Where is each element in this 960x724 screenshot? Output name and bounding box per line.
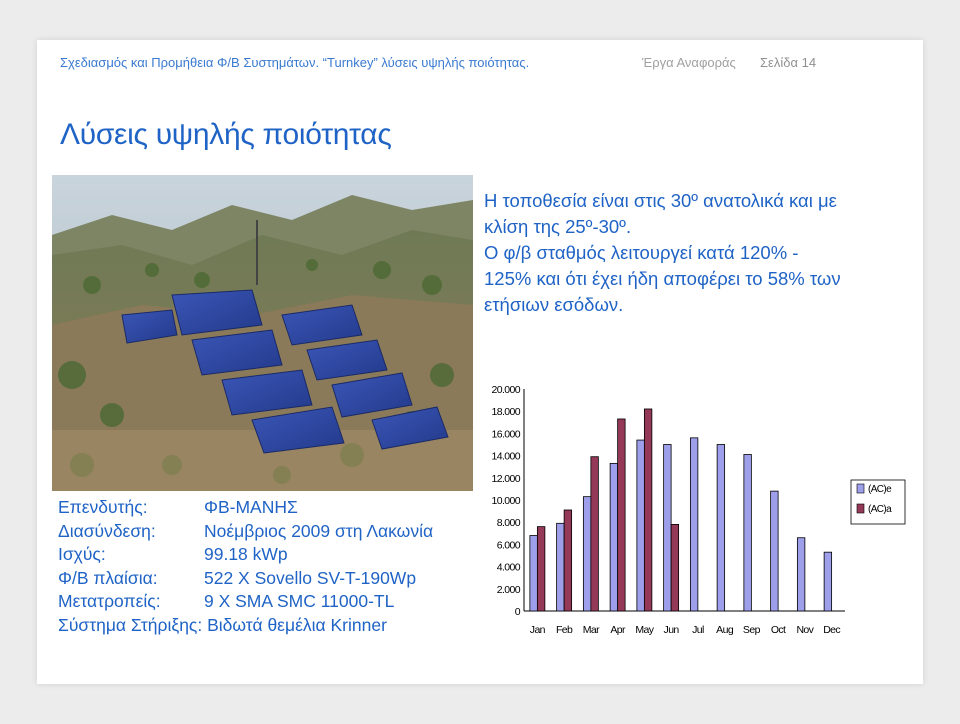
bar-ACe-dec [823,551,833,612]
info-label: Ισχύς: [58,544,106,564]
bar-ACa-mar [590,456,599,612]
y-tick-label: 18.000 [491,406,520,418]
y-tick-label: 10.000 [491,495,520,507]
x-tick-label: Mar [583,624,600,636]
y-tick-label: 20.000 [491,384,520,396]
bar-ACe-oct [770,490,779,612]
x-tick-label: May [635,624,654,636]
x-tick-label: Sep [743,624,761,636]
bar-ACa-apr [617,418,626,612]
legend-swatch [856,483,865,494]
bar-ACe-nov [796,537,806,612]
header-company-text: Σχεδιασμός και Προμήθεια Φ/Β Συστημάτων.… [60,55,530,70]
monthly-production-chart: 0 2.000 4.000 6.000 8.000 10.000 12.000 14.000 1… [491,384,906,636]
x-tick-label: Dec [823,624,840,636]
header-section: Έργα Αναφοράς [642,55,736,70]
info-row-connection: Διασύνδεση: Νοέμβριος 2009 στη Λακωνία [58,520,433,544]
info-row-mounting: Σύστημα Στήριξης: Βιδωτά θεμέλια Krinner [58,614,387,635]
x-tick-label: Apr [610,624,626,636]
slide-title: Λύσεις υψηλής ποιότητας [60,118,392,151]
info-row-inverters: Μετατροπείς: 9 X SMA SMC 11000-TL [58,590,433,614]
bar-ACa-jan [536,526,546,612]
info-row-investor: Επενδυτής: ΦΒ-ΜΑΝΗΣ [58,496,433,520]
description-line: ετήσιων εσόδων. [484,294,624,315]
x-tick-label: Feb [556,624,573,636]
y-tick-label: 8.000 [497,517,521,529]
info-value: 99.18 kWp [204,544,288,564]
info-value: Νοέμβριος 2009 στη Λακωνία [204,520,434,541]
description-line: Ο φ/β σταθμός λειτουργεί κατά 120% - [484,242,799,263]
x-tick-label: Jan [530,624,546,636]
info-row-modules: Φ/Β πλαίσια: 522 X Sovello SV-T-190Wp [58,567,433,591]
bar-ACe-mar [582,496,592,612]
info-value: ΦΒ-ΜΑΝΗΣ [204,497,298,517]
bar-ACe-jan [529,535,538,612]
info-value: 9 X SMA SMC 11000-TL [204,591,395,611]
info-label: Φ/Β πλαίσια: [58,567,158,588]
y-tick-label: 4.000 [497,562,521,574]
bar-ACe-feb [556,522,565,612]
bar-ACa-may [643,408,653,612]
info-label: Μετατροπείς: [58,591,161,611]
x-tick-label: Nov [796,624,814,636]
x-tick-label: Aug [716,624,734,636]
legend-swatch [856,503,865,514]
description-line: Η τοποθεσία είναι στις 30º ανατολικά και… [484,190,837,211]
solar-park-photo [52,175,473,491]
info-label: Διασύνδεση: [58,520,156,541]
y-tick-label: 14.000 [491,451,520,463]
project-description: Η τοποθεσία είναι στις 30º ανατολικά και… [484,188,924,318]
info-row-power: Ισχύς: 99.18 kWp [58,543,433,567]
y-tick-label: 6.000 [497,539,521,551]
y-tick-label: 2.000 [497,584,521,596]
y-tick-label: 12.000 [491,473,520,485]
info-value: 522 X Sovello SV-T-190Wp [204,567,417,588]
bar-ACe-may [636,439,645,612]
header-page-number: Σελίδα 14 [760,55,817,70]
bar-ACe-apr [609,462,619,612]
info-label: Επενδυτής: [58,497,148,517]
y-tick-label: 16.000 [491,428,520,440]
x-tick-label: Jul [692,624,704,636]
bar-ACe-sep [743,454,752,612]
bar-ACa-feb [563,509,573,612]
x-tick-label: Oct [771,624,786,636]
legend-label: (AC)e [868,484,892,495]
x-tick-label: Jun [664,624,680,636]
description-line: 125% και ότι έχει ήδη αποφέρει το 58% τω… [484,268,841,289]
bar-ACa-jun [670,524,680,612]
bar-ACe-jul [689,437,699,612]
legend-label: (AC)a [868,504,892,515]
description-line: κλίση της 25º-30º. [484,216,632,237]
y-tick-label: 0 [515,606,521,618]
project-info: Επενδυτής: ΦΒ-ΜΑΝΗΣ Διασύνδεση: Νοέμβριο… [58,496,433,637]
bar-ACe-aug [716,444,726,612]
bar-ACe-jun [663,444,672,612]
